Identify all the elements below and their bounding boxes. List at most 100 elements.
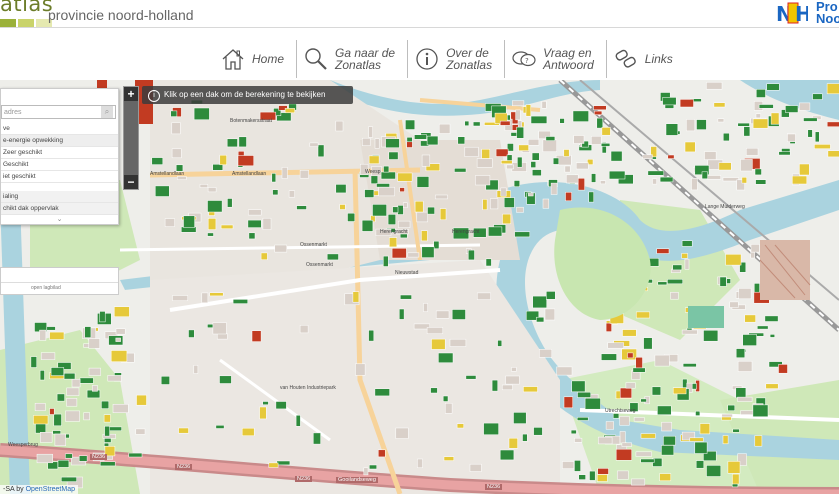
building-roof[interactable] bbox=[155, 185, 170, 197]
building-roof[interactable] bbox=[427, 206, 435, 215]
panel-label[interactable]: open lagbilad bbox=[31, 285, 61, 291]
building-roof[interactable] bbox=[522, 433, 528, 442]
building-roof[interactable] bbox=[385, 138, 400, 148]
building-roof[interactable] bbox=[374, 388, 390, 397]
building-roof[interactable] bbox=[619, 416, 630, 426]
building-roof[interactable] bbox=[681, 240, 693, 247]
building-roof[interactable] bbox=[114, 306, 130, 317]
building-roof[interactable] bbox=[65, 410, 80, 422]
building-roof[interactable] bbox=[483, 422, 499, 435]
building-roof[interactable] bbox=[525, 104, 532, 117]
building-roof[interactable] bbox=[619, 387, 632, 399]
building-roof[interactable] bbox=[431, 338, 446, 350]
building-roof[interactable] bbox=[591, 173, 597, 183]
building-roof[interactable] bbox=[633, 417, 645, 422]
building-roof[interactable] bbox=[104, 438, 112, 443]
building-roof[interactable] bbox=[227, 198, 233, 208]
building-roof[interactable] bbox=[383, 165, 390, 173]
building-roof[interactable] bbox=[193, 365, 199, 374]
building-roof[interactable] bbox=[572, 110, 589, 122]
building-roof[interactable] bbox=[612, 413, 620, 419]
layer-option[interactable]: ialing bbox=[1, 191, 118, 203]
building-roof[interactable] bbox=[681, 329, 698, 335]
building-roof[interactable] bbox=[706, 175, 721, 180]
building-roof[interactable] bbox=[717, 118, 725, 123]
building-roof[interactable] bbox=[532, 169, 542, 176]
building-roof[interactable] bbox=[640, 458, 655, 463]
building-roof[interactable] bbox=[827, 150, 839, 158]
building-roof[interactable] bbox=[826, 121, 839, 127]
building-roof[interactable] bbox=[433, 240, 440, 249]
building-roof[interactable] bbox=[361, 219, 374, 232]
building-roof[interactable] bbox=[449, 338, 467, 347]
building-roof[interactable] bbox=[508, 437, 518, 449]
building-roof[interactable] bbox=[499, 120, 511, 126]
building-roof[interactable] bbox=[383, 255, 389, 267]
building-roof[interactable] bbox=[766, 83, 780, 91]
building-roof[interactable] bbox=[376, 183, 390, 188]
building-roof[interactable] bbox=[563, 396, 573, 409]
building-roof[interactable] bbox=[545, 136, 556, 141]
building-roof[interactable] bbox=[550, 182, 558, 195]
building-roof[interactable] bbox=[219, 375, 232, 384]
building-roof[interactable] bbox=[103, 414, 111, 423]
building-roof[interactable] bbox=[605, 421, 614, 430]
building-roof[interactable] bbox=[112, 404, 129, 413]
building-roof[interactable] bbox=[741, 177, 747, 184]
building-roof[interactable] bbox=[399, 308, 405, 320]
building-roof[interactable] bbox=[499, 449, 515, 461]
building-roof[interactable] bbox=[679, 99, 694, 108]
building-roof[interactable] bbox=[464, 146, 479, 157]
building-roof[interactable] bbox=[617, 470, 629, 480]
building-roof[interactable] bbox=[497, 340, 503, 347]
building-roof[interactable] bbox=[468, 249, 475, 261]
building-roof[interactable] bbox=[490, 198, 499, 210]
building-roof[interactable] bbox=[209, 292, 224, 297]
building-roof[interactable] bbox=[457, 136, 466, 145]
building-roof[interactable] bbox=[625, 382, 636, 389]
building-roof[interactable] bbox=[260, 252, 268, 260]
building-roof[interactable] bbox=[778, 151, 791, 156]
building-roof[interactable] bbox=[732, 428, 740, 433]
building-roof[interactable] bbox=[92, 385, 98, 392]
building-roof[interactable] bbox=[392, 206, 399, 213]
building-roof[interactable] bbox=[296, 205, 307, 210]
building-roof[interactable] bbox=[725, 254, 742, 266]
building-roof[interactable] bbox=[373, 190, 379, 196]
building-roof[interactable] bbox=[765, 383, 779, 389]
building-roof[interactable] bbox=[201, 292, 209, 304]
building-roof[interactable] bbox=[435, 194, 448, 200]
building-roof[interactable] bbox=[703, 330, 719, 342]
building-roof[interactable] bbox=[610, 150, 623, 162]
building-roof[interactable] bbox=[414, 134, 427, 140]
building-roof[interactable] bbox=[313, 432, 321, 445]
building-roof[interactable] bbox=[405, 119, 416, 130]
building-roof[interactable] bbox=[589, 470, 596, 481]
building-roof[interactable] bbox=[769, 334, 775, 338]
building-roof[interactable] bbox=[732, 473, 740, 485]
building-roof[interactable] bbox=[407, 252, 420, 258]
solar-map[interactable]: Botenmakersstraat Amstellandlaan Amstell… bbox=[0, 80, 839, 494]
building-roof[interactable] bbox=[605, 322, 612, 332]
building-roof[interactable] bbox=[756, 89, 766, 98]
building-roof[interactable] bbox=[722, 177, 739, 182]
building-roof[interactable] bbox=[88, 367, 101, 376]
building-roof[interactable] bbox=[475, 175, 491, 186]
building-roof[interactable] bbox=[403, 202, 408, 208]
building-roof[interactable] bbox=[571, 380, 586, 393]
building-roof[interactable] bbox=[135, 428, 146, 435]
building-roof[interactable] bbox=[374, 138, 380, 149]
building-roof[interactable] bbox=[272, 189, 279, 196]
nav-home[interactable]: Home bbox=[214, 40, 298, 78]
building-roof[interactable] bbox=[785, 105, 799, 113]
building-roof[interactable] bbox=[656, 248, 670, 254]
building-roof[interactable] bbox=[495, 148, 509, 157]
building-roof[interactable] bbox=[347, 212, 356, 222]
building-roof[interactable] bbox=[476, 158, 493, 168]
building-roof[interactable] bbox=[481, 148, 491, 159]
building-roof[interactable] bbox=[241, 427, 255, 436]
building-roof[interactable] bbox=[729, 301, 739, 308]
building-roof[interactable] bbox=[99, 311, 106, 323]
building-roof[interactable] bbox=[39, 370, 45, 381]
building-roof[interactable] bbox=[516, 206, 524, 213]
